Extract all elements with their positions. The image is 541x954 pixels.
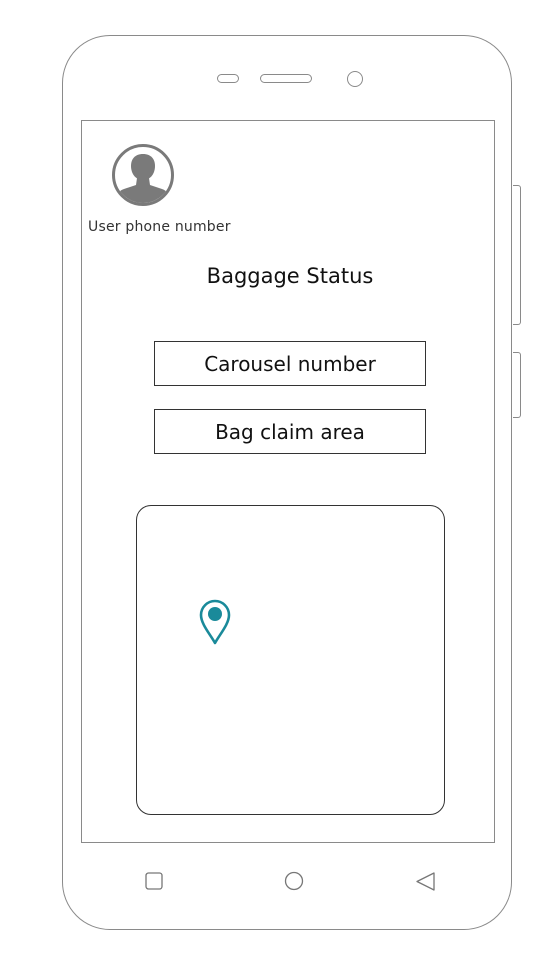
back-triangle-icon[interactable] xyxy=(415,871,436,892)
earpiece-speaker xyxy=(260,74,312,83)
front-camera xyxy=(347,71,363,87)
proximity-sensor xyxy=(217,74,239,83)
map-view[interactable] xyxy=(136,505,445,815)
volume-button xyxy=(513,185,521,325)
power-button xyxy=(513,352,521,418)
carousel-number-field[interactable]: Carousel number xyxy=(154,341,426,386)
home-circle-icon[interactable] xyxy=(284,871,304,891)
recent-apps-square-icon[interactable] xyxy=(145,872,163,890)
bag-claim-area-field[interactable]: Bag claim area xyxy=(154,409,426,454)
location-pin-icon[interactable] xyxy=(198,598,232,646)
user-avatar-icon[interactable] xyxy=(112,144,174,206)
page-title: Baggage Status xyxy=(206,264,374,288)
user-phone-number-label[interactable]: User phone number xyxy=(88,219,231,235)
